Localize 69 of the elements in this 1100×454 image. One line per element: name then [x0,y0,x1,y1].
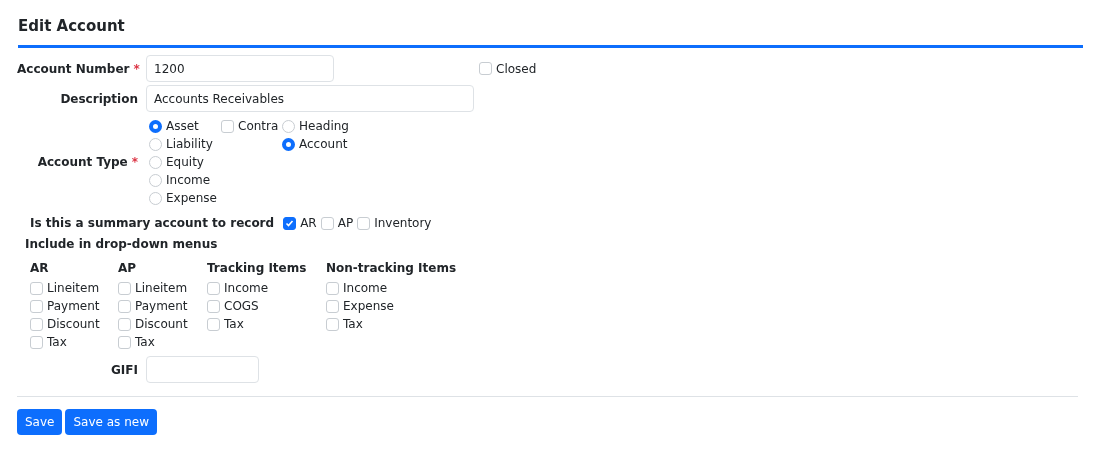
checkbox-label: Tax [47,335,67,349]
checkbox-label: AP [337,216,354,230]
check-icon [285,218,295,228]
checkbox-label: Income [343,281,388,295]
checkbox[interactable] [118,299,131,313]
radio-button[interactable] [149,155,162,169]
checkbox[interactable] [320,216,334,230]
checkbox-label: Discount [47,317,100,331]
page-title: Edit Account [18,14,1083,48]
radio-button[interactable] [149,191,162,205]
account-number-field[interactable]: 1200 [146,55,334,82]
radio-button[interactable] [149,137,162,151]
radio-button[interactable] [282,137,295,151]
radio-button[interactable] [149,119,162,133]
checkbox[interactable] [30,299,43,313]
radio-label: Income [166,173,211,187]
checkbox-label: Lineitem [135,281,188,295]
summary-label: Is this a summary account to record [30,216,275,230]
field-label: GIFI [110,362,139,377]
checkbox[interactable] [30,281,43,295]
checkbox-label: Payment [135,299,188,313]
checkbox[interactable] [118,335,131,349]
checkbox-label: Expense [343,299,394,313]
radio-button[interactable] [149,173,162,187]
checkbox-label: Inventory [374,216,432,230]
checkbox-label: Tax [135,335,155,349]
checkbox[interactable] [326,281,339,295]
checkbox-label: Income [224,281,269,295]
column-heading: Tracking Items [207,260,308,277]
checkbox[interactable] [207,317,220,331]
checkbox-label: Payment [47,299,100,313]
checkbox[interactable] [221,119,234,133]
checkbox[interactable] [283,216,297,230]
checkbox[interactable] [118,281,131,295]
field-label: Description [59,91,139,106]
checkbox-label: Discount [135,317,188,331]
checkbox[interactable] [118,317,131,331]
save-button[interactable]: Save as new [65,409,157,435]
gifi-field[interactable] [146,356,259,383]
checkbox[interactable] [207,281,220,295]
checkbox[interactable] [207,299,220,313]
checkbox-label: Tax [343,317,363,331]
checkbox-label: COGS [224,299,259,313]
radio-label: Asset [166,119,199,133]
radio-label: Expense [166,191,217,205]
checkbox[interactable] [479,62,492,75]
save-button[interactable]: Save [17,409,63,435]
field-label: Account Number * [17,61,141,76]
checkbox[interactable] [326,317,339,331]
column-heading: Non-tracking Items [326,260,458,277]
checkbox-label: Tax [224,317,244,331]
checkbox-label: Lineitem [47,281,100,295]
checkbox[interactable] [30,317,43,331]
radio-button[interactable] [282,119,295,133]
section-label: Include in drop-down menus [25,237,218,251]
field-label: Account Type * [36,155,139,169]
column-heading: AR [30,260,50,277]
radio-label: Equity [166,155,204,169]
checkbox-label: Closed [496,61,537,76]
checkbox[interactable] [30,335,43,349]
checkbox-label: Contra [238,119,279,133]
checkbox-label: AR [300,216,317,230]
checkbox[interactable] [357,216,371,230]
radio-label: Liability [166,137,213,151]
radio-label: Heading [299,119,349,133]
checkbox[interactable] [326,299,339,313]
radio-label: Account [299,137,348,151]
description-field[interactable]: Accounts Receivables [146,85,474,112]
column-heading: AP [118,260,138,277]
